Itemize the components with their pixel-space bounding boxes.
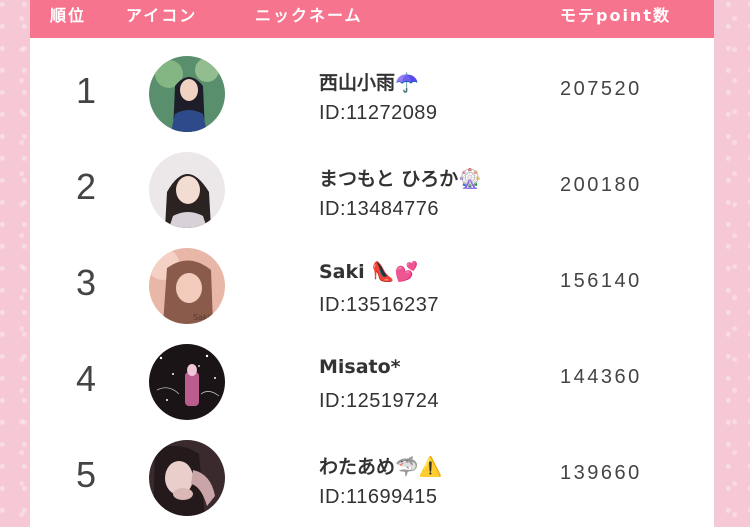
ranking-row[interactable]: 2 まつもと ひろか🎡 ID:13484776 200180 bbox=[30, 136, 714, 232]
ranking-header: 順位 アイコン ニックネーム モテpoint数 bbox=[30, 0, 714, 38]
user-id: ID:11272089 bbox=[319, 102, 438, 124]
header-points: モテpoint数 bbox=[560, 6, 671, 25]
avatar-image bbox=[149, 152, 225, 228]
ranking-row[interactable]: 4 Misato* ID:12519724 144360 bbox=[30, 328, 714, 424]
ranking-panel: 順位 アイコン ニックネーム モテpoint数 1 西山小雨☂️ ID:1127… bbox=[30, 0, 714, 527]
points-value: 139660 bbox=[560, 462, 642, 484]
avatar[interactable] bbox=[149, 152, 225, 228]
avatar[interactable] bbox=[149, 344, 225, 420]
ranking-row[interactable]: 5 わたあめ🦈⚠️ ID:11699415 139660 bbox=[30, 424, 714, 520]
rank-number: 1 bbox=[75, 70, 97, 111]
header-icon: アイコン bbox=[126, 6, 198, 25]
points-value: 207520 bbox=[560, 78, 642, 100]
nickname: まつもと ひろか🎡 bbox=[319, 168, 482, 190]
avatar-image bbox=[149, 56, 225, 132]
ranking-row[interactable]: 3 Saki Saki 👠💕 ID:13516237 156140 bbox=[30, 232, 714, 328]
ranking-row[interactable]: 1 西山小雨☂️ ID:11272089 207520 bbox=[30, 40, 714, 136]
rank-number: 4 bbox=[75, 358, 97, 399]
rank-number: 2 bbox=[75, 166, 97, 207]
user-id: ID:13516237 bbox=[319, 294, 440, 316]
header-rank: 順位 bbox=[50, 6, 87, 25]
avatar[interactable] bbox=[149, 440, 225, 516]
points-value: 156140 bbox=[560, 270, 642, 292]
points-value: 144360 bbox=[560, 366, 642, 388]
nickname: Misato* bbox=[319, 356, 401, 378]
user-id: ID:12519724 bbox=[319, 390, 440, 412]
user-id: ID:13484776 bbox=[319, 198, 440, 220]
avatar-image bbox=[149, 344, 225, 420]
points-value: 200180 bbox=[560, 174, 642, 196]
rank-number: 5 bbox=[75, 454, 97, 495]
svg-text:Saki: Saki bbox=[193, 313, 210, 322]
rank-number: 3 bbox=[75, 262, 97, 303]
avatar-image bbox=[149, 440, 225, 516]
user-id: ID:11699415 bbox=[319, 486, 438, 508]
nickname: 西山小雨☂️ bbox=[319, 72, 419, 94]
avatar[interactable] bbox=[149, 56, 225, 132]
avatar-image: Saki bbox=[149, 248, 225, 324]
avatar[interactable]: Saki bbox=[149, 248, 225, 324]
nickname: わたあめ🦈⚠️ bbox=[319, 456, 443, 478]
nickname: Saki 👠💕 bbox=[319, 261, 419, 283]
header-nickname: ニックネーム bbox=[255, 6, 363, 25]
